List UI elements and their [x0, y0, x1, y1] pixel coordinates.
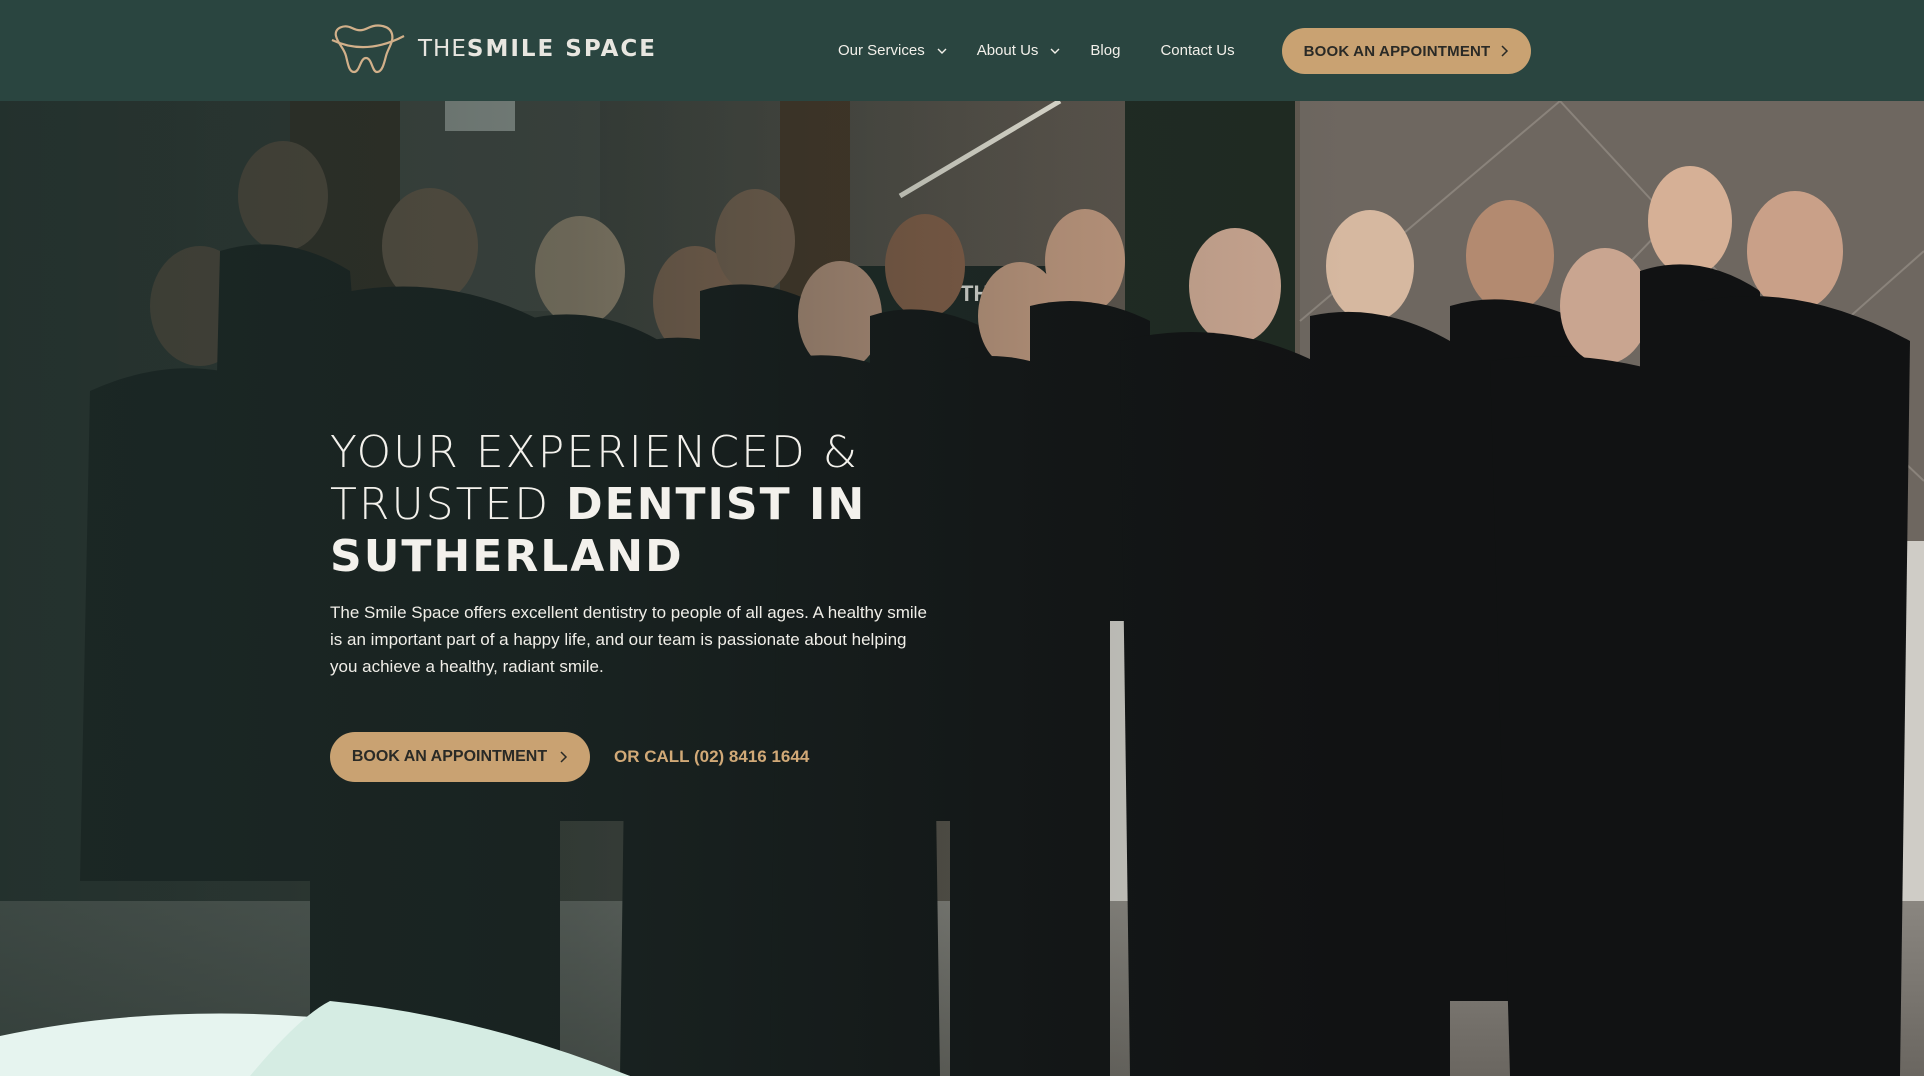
- hero-actions: BOOK AN APPOINTMENT OR CALL (02) 8416 16…: [330, 732, 950, 782]
- hero-heading-line2-bold: DENTIST IN: [566, 479, 867, 530]
- hero-section: THE: [0, 101, 1924, 1076]
- site-header: THESMILE SPACE Our Services About Us Blo…: [0, 0, 1924, 101]
- hero-overlay: [0, 101, 1924, 1076]
- logo[interactable]: THESMILE SPACE: [330, 22, 657, 76]
- chevron-right-icon: [1501, 45, 1509, 57]
- nav-about-us[interactable]: About Us: [977, 42, 1061, 59]
- button-label: BOOK AN APPOINTMENT: [351, 748, 548, 765]
- nav-label: About Us: [976, 42, 1039, 59]
- hero-heading: YOUR EXPERIENCED & TRUSTED DENTIST IN SU…: [330, 427, 950, 583]
- hero-description: The Smile Space offers excellent dentist…: [330, 603, 927, 676]
- chevron-down-icon: [1050, 48, 1060, 54]
- nav-label: Contact Us: [1160, 42, 1235, 59]
- hero-heading-line1: YOUR EXPERIENCED &: [330, 427, 860, 478]
- tooth-logo-icon: [331, 24, 405, 74]
- chevron-right-icon: [560, 751, 568, 763]
- nav-label: Blog: [1090, 42, 1121, 59]
- header-book-appointment-button[interactable]: BOOK AN APPOINTMENT: [1282, 28, 1531, 74]
- hero-book-appointment-button[interactable]: BOOK AN APPOINTMENT: [330, 732, 590, 782]
- main-nav: Our Services About Us Blog Contact Us: [838, 0, 1275, 101]
- chevron-down-icon: [937, 48, 947, 54]
- hero-heading-line2-light: TRUSTED: [330, 479, 567, 530]
- logo-wordmark: THESMILE SPACE: [418, 36, 657, 62]
- nav-label: Our Services: [838, 42, 925, 59]
- hero-heading-line3: SUTHERLAND: [330, 531, 684, 582]
- bottom-curve-decoration: [0, 1001, 630, 1076]
- nav-contact-us[interactable]: Contact Us: [1160, 42, 1234, 59]
- hero-content: YOUR EXPERIENCED & TRUSTED DENTIST IN SU…: [330, 427, 950, 782]
- nav-our-services[interactable]: Our Services: [838, 42, 947, 59]
- call-phone-link[interactable]: OR CALL (02) 8416 1644: [614, 747, 809, 767]
- button-label: BOOK AN APPOINTMENT: [1303, 42, 1491, 60]
- nav-blog[interactable]: Blog: [1090, 42, 1120, 59]
